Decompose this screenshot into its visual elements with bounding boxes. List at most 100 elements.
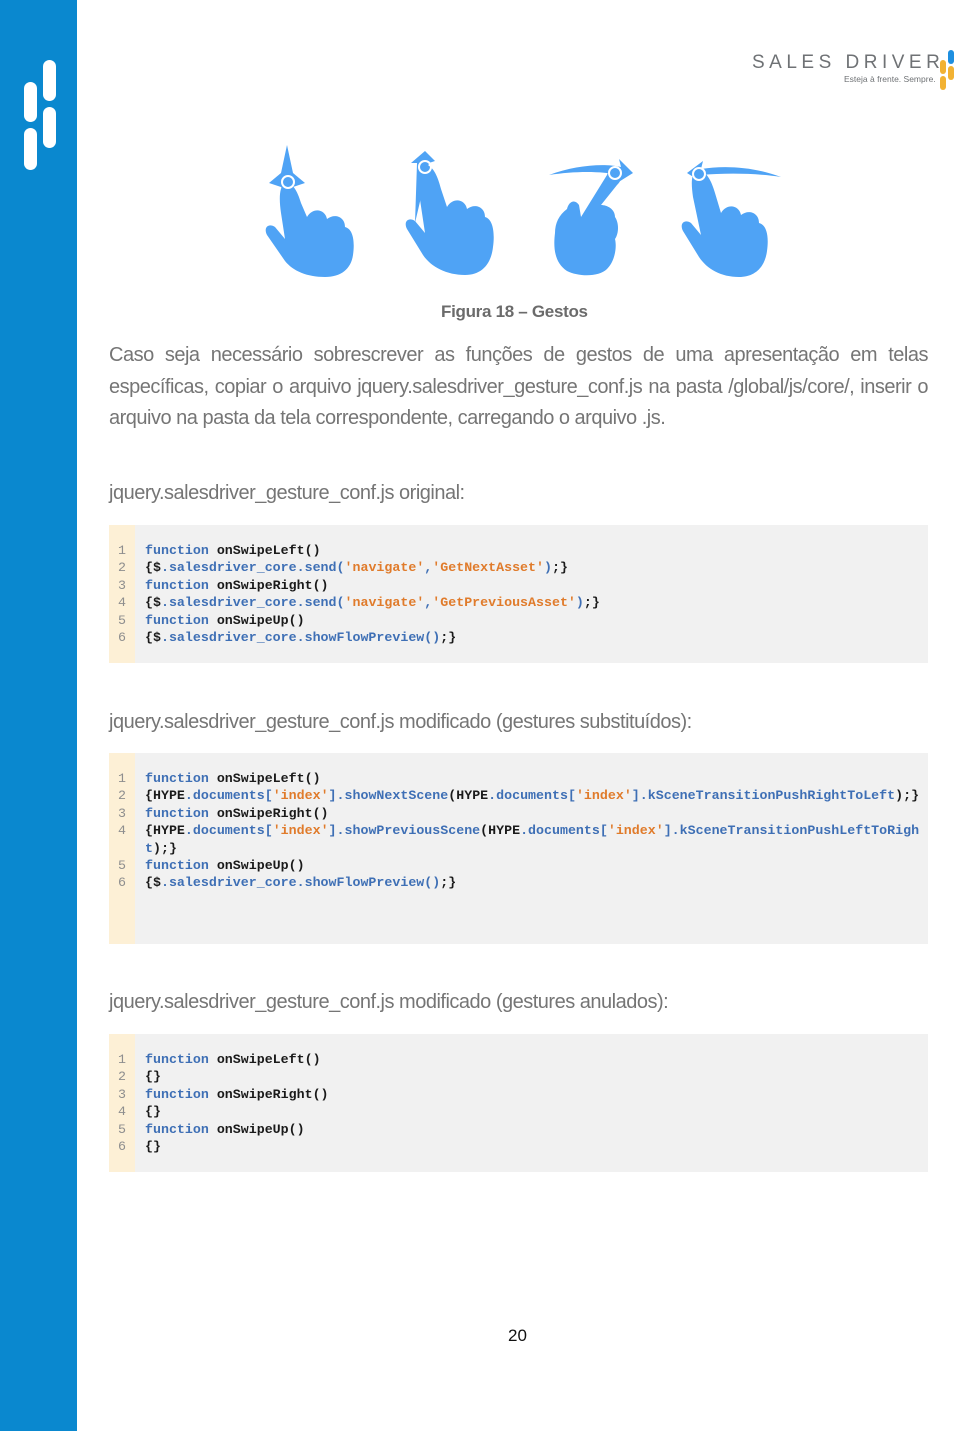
code-token: {}	[145, 1069, 161, 1085]
code-lines: 1 function onSwipeLeft() 2 {HYPE.documents[…	[109, 770, 928, 892]
sidebar-logo-icon	[24, 60, 58, 170]
code-token: ].showPreviousScene	[328, 823, 481, 839]
code-token: )	[544, 560, 552, 576]
line-code: function onSwipeLeft()	[145, 1051, 920, 1068]
swipe-left-hand-icon	[681, 161, 781, 277]
code-token: onSwipeLeft()	[216, 543, 321, 558]
line-number: 6	[118, 875, 126, 891]
line-number: 1	[118, 771, 126, 786]
code-token: function	[145, 1121, 217, 1137]
swipe-up-hand-icon	[265, 145, 354, 277]
code-token: .salesdriver_core.showFlowPreview()	[160, 630, 441, 646]
code-token: 'navigate'	[344, 560, 425, 576]
code-line: 4 {}	[109, 1103, 928, 1120]
code-token: onSwipeRight()	[216, 805, 329, 821]
figure-caption: Figura 18 – Gestos	[441, 302, 588, 321]
line-code: {}	[145, 1103, 920, 1120]
code-line: 1 function onSwipeLeft()	[109, 1051, 928, 1068]
code-token: ].kSceneTransitionP	[663, 823, 816, 839]
code-token: {HYPE	[145, 823, 185, 839]
line-code: function onSwipeLeft()	[145, 542, 920, 559]
page-number: 20	[508, 1326, 527, 1345]
code-token: 'index'	[607, 823, 664, 839]
code-token: (HYPE	[448, 788, 489, 804]
code-token: function	[145, 543, 217, 558]
swipe-up-left-hand-icon	[405, 151, 494, 275]
code-token: function	[145, 805, 217, 821]
code-line: 5 function onSwipeUp()	[109, 612, 928, 629]
code-token: ].showNextScene	[328, 788, 449, 804]
line-code: {HYPE.documents['index'].showPreviousSce…	[145, 822, 920, 857]
line-code: {HYPE.documents['index'].showNextScene(H…	[145, 787, 920, 804]
code-token: ;}	[440, 875, 457, 891]
code-line: 3 function onSwipeRight()	[109, 1086, 928, 1103]
code-token: );}	[895, 788, 920, 804]
code-token: .documents[	[488, 788, 576, 804]
section-heading-substituted: jquery.salesdriver_gesture_conf.js modif…	[109, 711, 692, 733]
code-token: 'index'	[272, 823, 329, 839]
code-token: onSwipeLeft()	[216, 771, 321, 786]
section-heading-original: jquery.salesdriver_gesture_conf.js origi…	[109, 482, 465, 504]
code-block-substituted: 1 function onSwipeLeft() 2 {HYPE.documents[…	[109, 753, 928, 944]
line-number: 1	[118, 543, 126, 558]
line-number: 5	[118, 1121, 126, 1137]
code-token: function	[145, 1086, 217, 1102]
code-token: .salesdriver_core.send(	[160, 560, 345, 576]
code-token: onSwipeRight()	[216, 577, 329, 593]
code-line: 2 {HYPE.documents['index'].showNextScene(…	[109, 787, 928, 804]
line-code: function onSwipeUp()	[145, 612, 920, 629]
brand-tagline: Esteja à frente. Sempre.	[844, 74, 936, 84]
line-code: {$.salesdriver_core.showFlowPreview();}	[145, 629, 920, 646]
code-line: 6 {$.salesdriver_core.showFlowPreview();}	[109, 629, 928, 646]
code-token: .documents[	[184, 788, 273, 804]
code-token: ightToLeft	[815, 788, 896, 804]
code-token: onSwipeUp()	[216, 858, 305, 874]
code-token: .salesdriver_core.send(	[160, 595, 345, 611]
code-token: 'GetNextAsset'	[432, 560, 544, 576]
line-number: 2	[118, 560, 126, 576]
code-token: )	[575, 595, 584, 611]
code-line: 1 function onSwipeLeft()	[109, 770, 928, 787]
code-token: (HYPE	[480, 823, 521, 839]
code-lines: 1 function onSwipeLeft() 2 {$.salesdriver_c…	[109, 542, 928, 646]
code-line: 5 function onSwipeUp()	[109, 857, 928, 874]
code-token: function	[145, 1052, 217, 1067]
line-code: {$.salesdriver_core.send('navigate','Get…	[145, 559, 920, 576]
code-token: {$	[145, 595, 161, 611]
line-code: {$.salesdriver_core.send('navigate','Get…	[145, 594, 920, 611]
swipe-right-hand-icon	[549, 159, 633, 276]
body-paragraph: Caso seja necessário sobrescrever as fun…	[109, 344, 929, 429]
code-token: 'index'	[272, 788, 329, 804]
line-code: {$.salesdriver_core.showFlowPreview();}	[145, 874, 920, 891]
code-line: 4 {$.salesdriver_core.send('navigate','Ge…	[109, 594, 928, 611]
code-token: onSwipeRight()	[216, 1086, 329, 1102]
code-token: .salesdriver_core.showFlowPreview()	[160, 875, 441, 891]
code-token: 'GetPreviousAsset'	[432, 595, 576, 611]
line-number: 3	[118, 577, 126, 593]
line-code: function onSwipeUp()	[145, 857, 920, 874]
line-code: function onSwipeRight()	[145, 577, 920, 594]
line-number: 1	[118, 1052, 126, 1067]
code-token: {}	[145, 1139, 161, 1155]
code-lines: 1 function onSwipeLeft() 2 {} 3 function onSw…	[109, 1051, 928, 1155]
line-number: 4	[118, 595, 126, 611]
code-token: {$	[145, 630, 161, 646]
code-token: onSwipeLeft()	[216, 1052, 321, 1067]
section-heading-nullified: jquery.salesdriver_gesture_conf.js modif…	[109, 991, 669, 1013]
line-number: 4	[118, 1104, 126, 1120]
code-token: function	[145, 577, 217, 593]
code-token: ;}	[583, 595, 600, 611]
code-token: 'navigate'	[344, 595, 425, 611]
line-number: 5	[118, 858, 126, 874]
line-number: 2	[118, 1069, 126, 1085]
line-code: {}	[145, 1068, 920, 1085]
code-token: onSwipeUp()	[216, 612, 305, 628]
brand-name: SALES DRIVER	[752, 52, 945, 73]
brand-logo: SALES DRIVER Esteja à frente. Sempre.	[752, 48, 960, 90]
line-number: 3	[118, 805, 126, 821]
brand-mark-icon	[940, 44, 960, 90]
line-code: function onSwipeLeft()	[145, 770, 920, 787]
code-line: 3 function onSwipeRight()	[109, 805, 928, 822]
code-token: ].kSceneTransitionPushR	[631, 788, 816, 804]
code-token: .documents[	[520, 823, 608, 839]
